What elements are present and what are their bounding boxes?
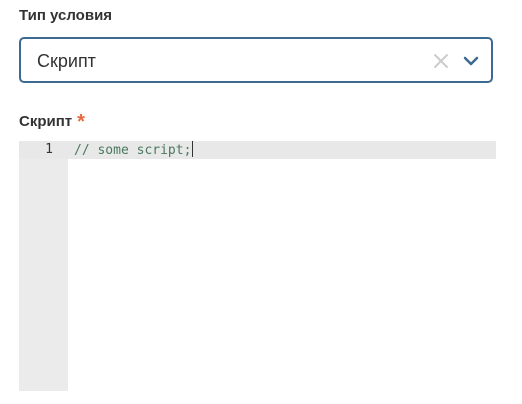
script-label-row: Скрипт *: [19, 111, 85, 133]
script-editor[interactable]: 1 // some script;: [19, 141, 496, 391]
script-label: Скрипт: [19, 113, 73, 130]
code-line[interactable]: // some script;: [74, 141, 194, 160]
text-caret: [192, 141, 194, 157]
condition-type-selected-value: Скрипт: [37, 51, 96, 71]
required-marker: *: [77, 111, 85, 133]
editor-gutter: [19, 141, 68, 391]
line-number: 1: [45, 142, 53, 157]
condition-type-select[interactable]: Скрипт: [19, 37, 493, 83]
condition-type-label: Тип условия: [19, 7, 113, 24]
code-line-text: // some script;: [74, 143, 192, 158]
chevron-down-icon[interactable]: [463, 54, 479, 68]
close-icon[interactable]: [433, 53, 449, 69]
